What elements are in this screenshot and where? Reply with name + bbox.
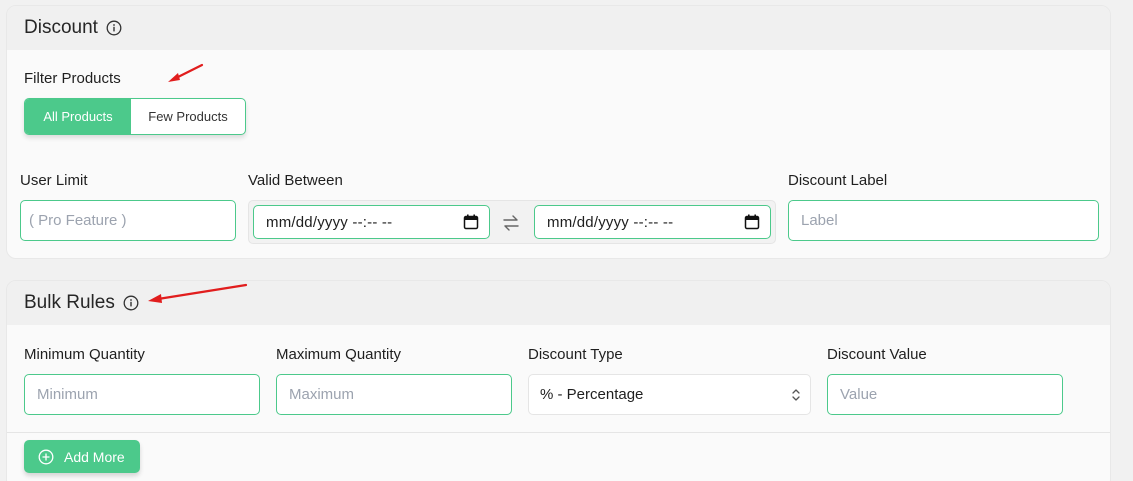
all-products-option[interactable]: All Products bbox=[25, 99, 131, 134]
valid-between-group: mm/dd/yyyy --:-- -- mm/dd/yyyy --:-- -- bbox=[248, 200, 776, 244]
discount-card: Discount Filter Products All Products Fe… bbox=[6, 5, 1111, 259]
info-icon[interactable] bbox=[106, 20, 122, 36]
maximum-quantity-input[interactable]: Maximum bbox=[276, 374, 512, 415]
user-limit-label: User Limit bbox=[20, 172, 88, 189]
calendar-icon[interactable] bbox=[463, 214, 479, 230]
add-more-label: Add More bbox=[64, 448, 125, 465]
discount-header: Discount bbox=[7, 6, 1110, 50]
date-from-input[interactable]: mm/dd/yyyy --:-- -- bbox=[253, 205, 490, 239]
valid-between-label: Valid Between bbox=[248, 172, 343, 189]
filter-products-toggle: All Products Few Products bbox=[24, 98, 246, 135]
discount-value-input[interactable]: Value bbox=[827, 374, 1063, 415]
annotation-arrow-icon bbox=[168, 63, 204, 82]
user-limit-input[interactable]: ( Pro Feature ) bbox=[20, 200, 236, 241]
annotation-arrow-icon bbox=[148, 283, 248, 303]
discount-type-label: Discount Type bbox=[528, 346, 623, 363]
plus-circle-icon bbox=[38, 449, 54, 464]
date-from-value: mm/dd/yyyy --:-- -- bbox=[266, 213, 393, 231]
calendar-icon[interactable] bbox=[744, 214, 760, 230]
chevron-up-down-icon bbox=[792, 388, 800, 401]
discount-type-select[interactable]: % - Percentage bbox=[528, 374, 811, 415]
minimum-quantity-input[interactable]: Minimum bbox=[24, 374, 260, 415]
discount-type-value: % - Percentage bbox=[540, 386, 644, 403]
discount-label-input[interactable]: Label bbox=[788, 200, 1099, 241]
filter-products-label: Filter Products bbox=[24, 70, 121, 87]
date-to-value: mm/dd/yyyy --:-- -- bbox=[547, 213, 674, 231]
discount-value-label: Discount Value bbox=[827, 346, 927, 363]
bulk-rules-card: Bulk Rules Minimum Quantity Minimum Maxi… bbox=[6, 280, 1111, 481]
minimum-quantity-label: Minimum Quantity bbox=[24, 346, 145, 363]
discount-label-label: Discount Label bbox=[788, 172, 888, 189]
discount-title: Discount bbox=[24, 17, 98, 38]
maximum-quantity-label: Maximum Quantity bbox=[276, 346, 402, 363]
add-more-button[interactable]: Add More bbox=[24, 440, 140, 473]
swap-icon bbox=[503, 215, 519, 231]
info-icon[interactable] bbox=[123, 295, 139, 311]
divider bbox=[7, 432, 1110, 433]
bulk-rules-title: Bulk Rules bbox=[24, 292, 115, 313]
date-to-input[interactable]: mm/dd/yyyy --:-- -- bbox=[534, 205, 771, 239]
few-products-option[interactable]: Few Products bbox=[131, 99, 245, 134]
